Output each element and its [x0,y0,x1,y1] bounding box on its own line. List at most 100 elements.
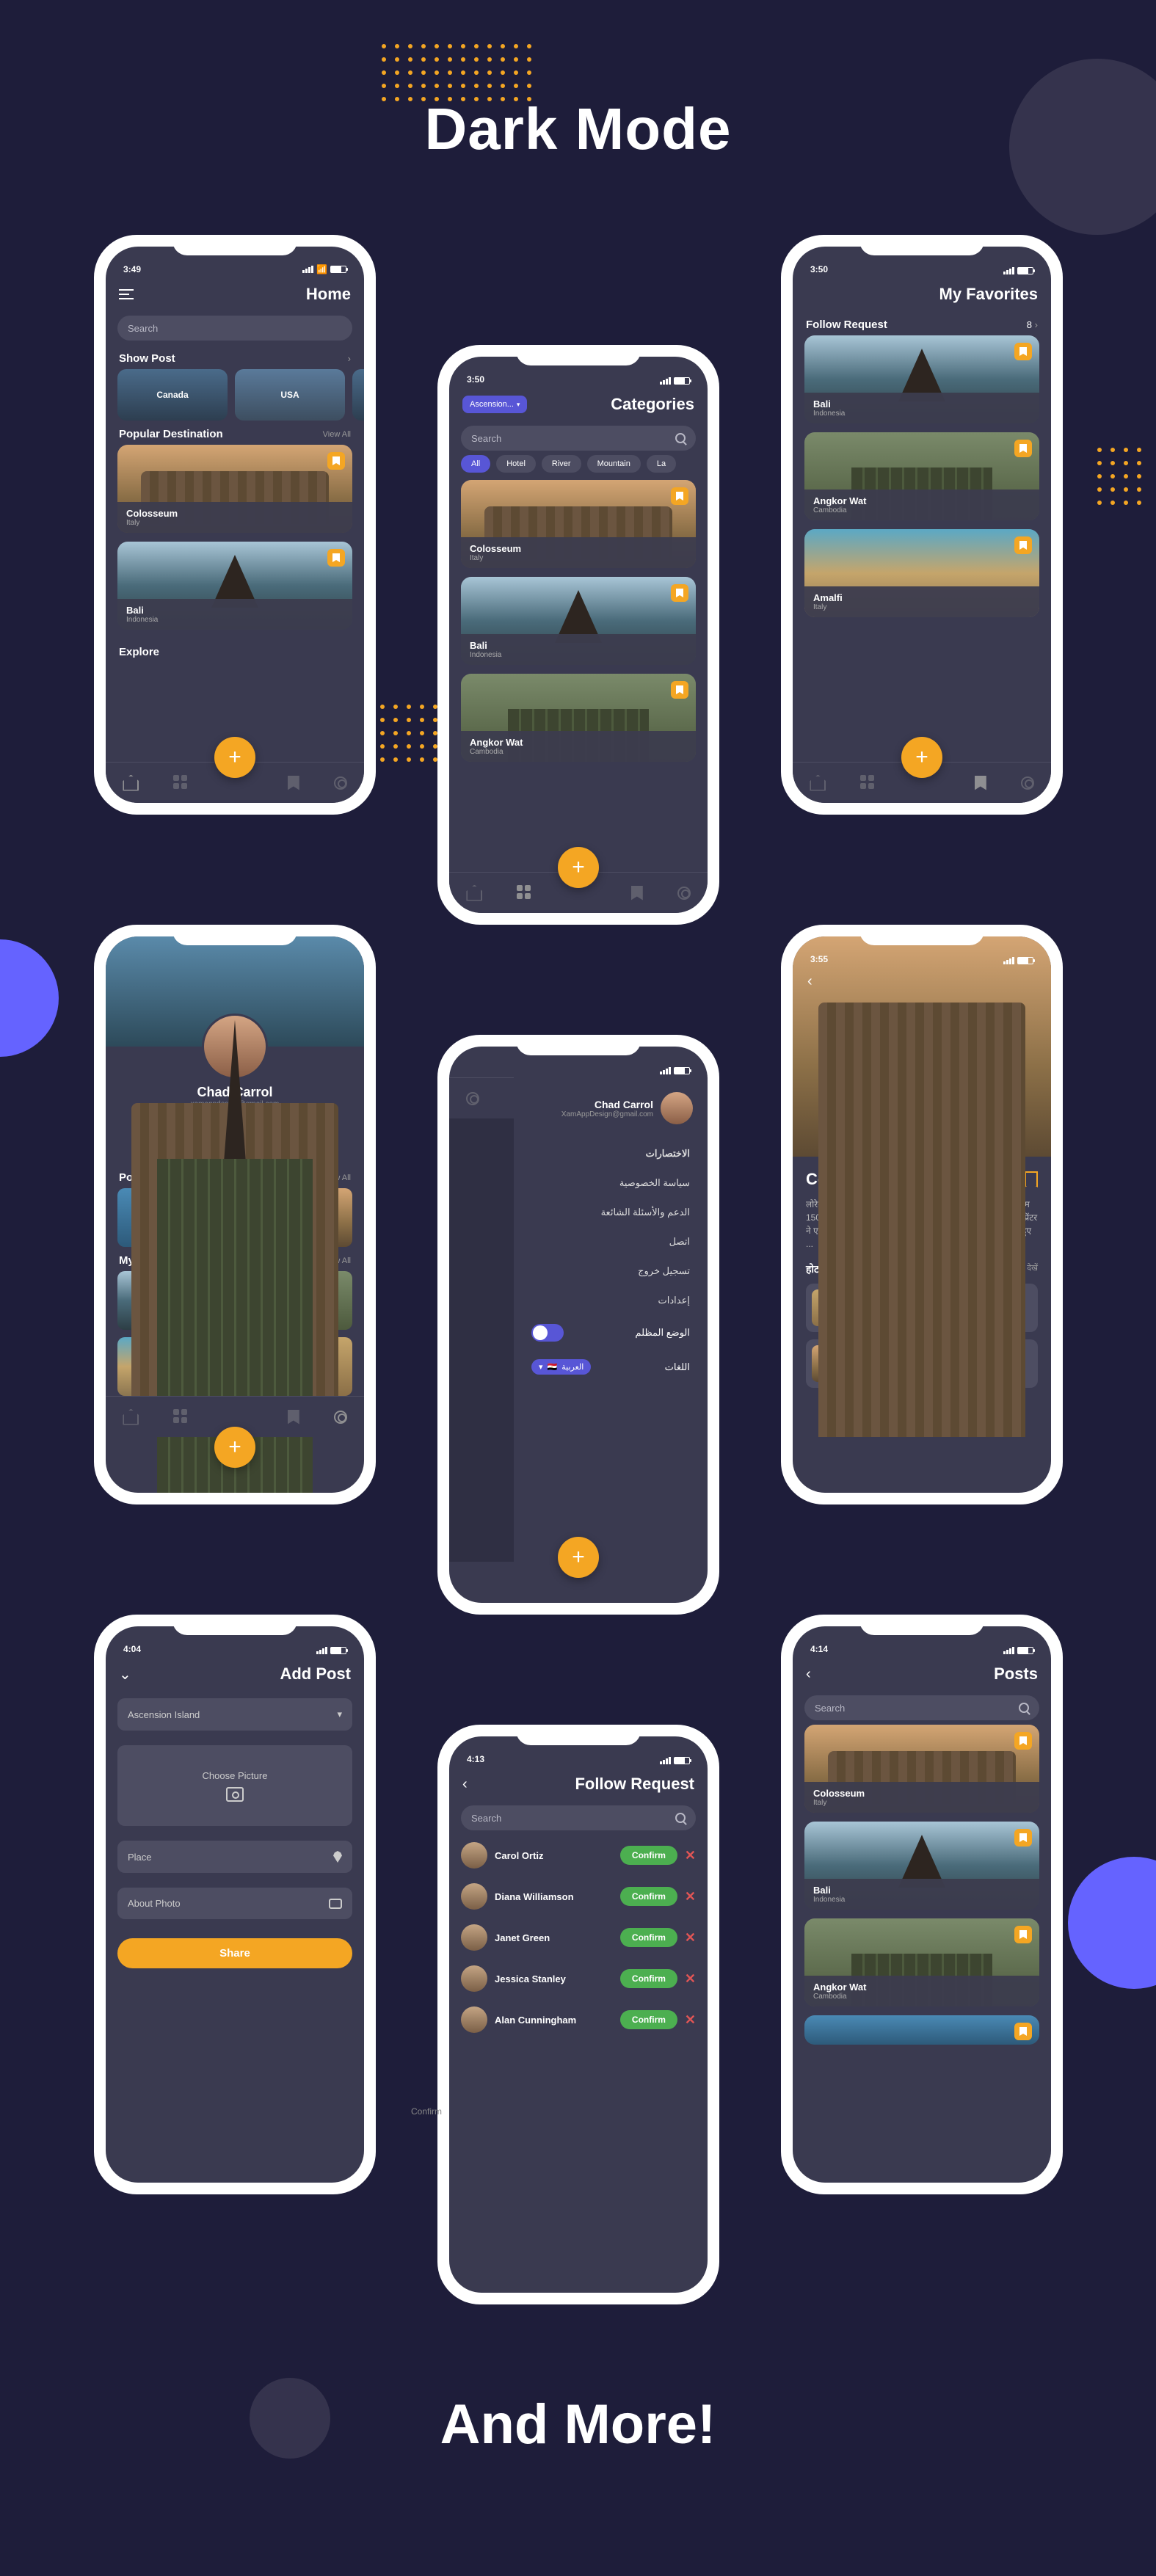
decline-button[interactable]: ✕ [685,1930,696,1946]
tab-profile[interactable] [334,1411,347,1424]
view-all-link[interactable]: View All [323,430,351,439]
bookmark-icon[interactable] [671,487,688,505]
story-thumb[interactable]: Canada [117,369,228,421]
tab-home[interactable] [810,775,826,791]
destination-card[interactable]: Colosseum Italy [461,480,696,568]
share-button[interactable]: Share [117,1938,352,1968]
filter-chip[interactable]: River [542,455,581,473]
request-row: Alan Cunningham Confirm ✕ [449,1999,708,2040]
choose-picture[interactable]: Choose Picture [117,1745,352,1826]
filter-chip[interactable]: All [461,455,490,473]
tab-categories[interactable] [517,885,533,901]
confirm-button[interactable]: Confirm [620,1969,677,1988]
tab-home[interactable] [123,1409,139,1425]
tab-profile[interactable] [677,887,691,900]
add-fab[interactable]: + [214,737,255,778]
filter-chip[interactable]: Mountain [587,455,641,473]
confirm-button[interactable]: Confirm [620,1928,677,1947]
tab-favorites[interactable] [288,776,299,790]
destination-card[interactable]: BaliIndonesia [804,335,1039,423]
language-selector[interactable]: ▾🇪🇬العربية [531,1359,591,1375]
destination-card[interactable]: AmalfiItaly [804,529,1039,617]
country-dropdown[interactable]: Ascension Island▾ [117,1698,352,1731]
decline-button[interactable]: ✕ [685,1889,696,1904]
tab-categories[interactable] [860,775,876,791]
destination-card[interactable]: BaliIndonesia [804,1822,1039,1910]
filter-chip[interactable]: Hotel [496,455,536,473]
follow-request-row[interactable]: Follow Request 8 › [793,311,1051,335]
tab-favorites[interactable] [631,886,643,900]
hotel-card[interactable]: Ramada Encore Etiam facilisis ligula nec… [806,1339,1038,1388]
bookmark-icon[interactable] [1014,1829,1032,1847]
avatar[interactable] [461,1965,487,1992]
bookmark-icon[interactable] [327,452,345,470]
destination-card[interactable]: Angkor WatCambodia [804,1918,1039,2006]
search-input[interactable]: Search [461,1805,696,1830]
add-fab[interactable]: + [901,737,942,778]
tab-favorites[interactable] [288,1410,299,1425]
avatar[interactable] [461,1842,487,1869]
bookmark-icon[interactable] [327,549,345,567]
search-input[interactable]: Search [461,426,696,451]
drawer-item-privacy[interactable]: سياسة الخصوصية [528,1168,693,1198]
bookmark-icon[interactable] [1014,1732,1032,1750]
tab-home[interactable] [466,885,482,901]
bookmark-icon[interactable] [1014,440,1032,457]
tab-profile[interactable] [334,776,347,790]
tab-home[interactable] [123,775,139,791]
tab-profile[interactable] [466,1092,479,1105]
drawer-item-contact[interactable]: اتصل [528,1227,693,1256]
confirm-button[interactable]: Confirm [620,2010,677,2029]
pin-icon [333,1851,342,1863]
menu-icon[interactable] [119,289,134,299]
drawer-item-logout[interactable]: تسجيل خروج [528,1256,693,1286]
back-button[interactable]: ‹ [807,973,813,990]
avatar[interactable] [461,2006,487,2033]
tab-categories[interactable] [173,1409,189,1425]
bookmark-icon[interactable] [671,584,688,602]
add-fab[interactable]: + [558,847,599,888]
bookmark-icon[interactable] [1014,343,1032,360]
tab-categories[interactable] [173,775,189,791]
drawer-item-settings[interactable]: إعدادات [528,1286,693,1315]
confirm-button[interactable]: Confirm [620,1846,677,1865]
drawer-heading: الاختصارات [528,1139,693,1168]
search-input[interactable]: Search [117,316,352,341]
tab-favorites[interactable] [975,776,986,790]
search-input[interactable]: Search [804,1695,1039,1720]
story-thumb[interactable]: Au [352,369,364,421]
decline-button[interactable]: ✕ [685,1971,696,1987]
add-fab[interactable]: + [558,1537,599,1578]
decline-button[interactable]: ✕ [685,1848,696,1863]
destination-card[interactable]: ColosseumItaly [804,1725,1039,1813]
confirm-button[interactable]: Confirm [620,1887,677,1906]
country-dropdown[interactable]: Ascension...▾ [462,396,527,413]
about-input[interactable]: About Photo [117,1888,352,1919]
destination-card[interactable]: Angkor WatCambodia [804,432,1039,520]
destination-card[interactable]: Colosseum Italy [117,445,352,533]
story-thumb[interactable]: USA [235,369,345,421]
avatar[interactable] [461,1883,487,1910]
back-button[interactable]: ‹ [806,1666,811,1683]
bookmark-icon[interactable] [1014,2023,1032,2040]
destination-card[interactable] [804,2015,1039,2045]
bookmark-icon[interactable] [1014,1926,1032,1943]
bookmark-icon[interactable] [671,681,688,699]
show-post-row[interactable]: Show Post › [106,345,364,369]
back-button[interactable]: ‹ [462,1776,468,1793]
bookmark-icon[interactable] [1014,536,1032,554]
close-icon[interactable]: ⌄ [119,1665,131,1684]
drawer-item-support[interactable]: الدعم والأسئلة الشائعة [528,1198,693,1227]
destination-card[interactable]: Bali Indonesia [117,542,352,630]
avatar[interactable] [661,1092,693,1124]
place-input[interactable]: Place [117,1841,352,1873]
destination-card[interactable]: Angkor Wat Cambodia [461,674,696,762]
tab-profile[interactable] [1021,776,1034,790]
avatar[interactable] [461,1924,487,1951]
add-fab[interactable]: + [214,1427,255,1468]
filter-chip[interactable]: La [647,455,676,473]
bookmark-outline-icon[interactable] [1025,1171,1038,1187]
dark-mode-toggle[interactable] [531,1324,564,1342]
destination-card[interactable]: Bali Indonesia [461,577,696,665]
decline-button[interactable]: ✕ [685,2012,696,2028]
